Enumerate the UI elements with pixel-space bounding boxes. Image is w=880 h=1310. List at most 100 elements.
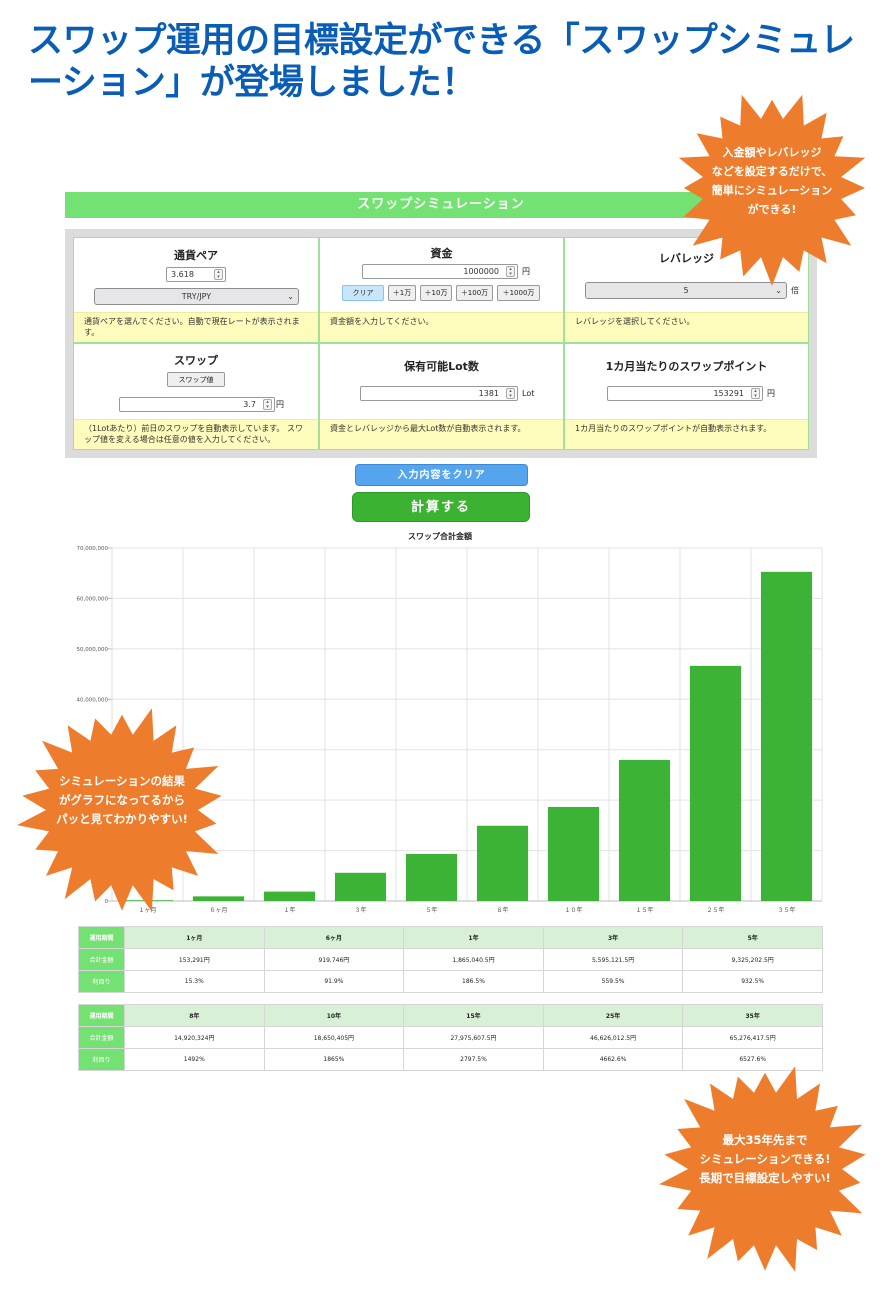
table-cell: 9,325,202.5円 — [682, 948, 823, 971]
currency-pair-selected: TRY/JPY — [181, 292, 212, 301]
row-header: 利回り — [78, 1048, 125, 1071]
table-cell: 932.5% — [682, 970, 823, 993]
currency-pair-cell: 通貨ペア 3.618 ▴ ▾ TRY/JPY ⌄ 通貨ペアを選んでください。自動で… — [73, 237, 319, 343]
callout-line: シミュレーションできる! — [699, 1152, 831, 1166]
y-tick-label: 60,000,000 — [77, 596, 109, 602]
bar — [334, 872, 387, 901]
table-cell: 1年 — [403, 926, 544, 949]
lots-hint: 資金とレバレッジから最大Lot数が自動表示されます。 — [320, 419, 563, 449]
table-cell: 1ヶ月 — [124, 926, 265, 949]
callout-line: 入金額やレバレッジ — [722, 146, 822, 159]
funds-title: 資金 — [430, 247, 453, 260]
table-cell: 65,276,417.5円 — [682, 1026, 823, 1049]
callout-line: 長期で目標設定しやすい! — [699, 1171, 831, 1185]
table-cell: 91.9% — [263, 970, 405, 993]
lots-input[interactable]: 1381 ▴ ▾ — [360, 386, 518, 401]
add-1m-button[interactable]: ＋100万 — [456, 285, 493, 301]
monthly-swap-input-value: 153291 — [713, 389, 744, 398]
total-row: 合計金額 153,291円 919,746円 1,865,040.5円 5,595,12… — [78, 948, 823, 971]
spinner-icon[interactable]: ▴ ▾ — [506, 266, 515, 277]
callout-line: 最大35年先まで — [722, 1133, 808, 1147]
leverage-hint: レバレッジを選択してください。 — [565, 312, 808, 342]
x-tick-label: １０年 — [564, 906, 582, 914]
table-cell: 559.5% — [542, 970, 684, 993]
clear-input-button[interactable]: 入力内容をクリア — [355, 464, 528, 486]
callout-bottom-right-text: 最大35年先まで シミュレーションできる! 長期で目標設定しやすい! — [656, 1131, 874, 1188]
currency-pair-title: 通貨ペア — [174, 249, 218, 262]
swap-input-value: 3.7 — [243, 400, 256, 409]
funds-unit: 円 — [522, 267, 530, 276]
table-cell: 1492% — [124, 1048, 265, 1071]
bar — [547, 806, 600, 901]
monthly-swap-cell: 1カ月当たりのスワップポイント 153291 ▴ ▾ 円 1カ月当たりのスワップポ… — [564, 343, 809, 450]
calculate-button[interactable]: 計算する — [352, 492, 530, 522]
funds-clear-button[interactable]: クリア — [342, 285, 384, 301]
lots-cell: 保有可能Lot数 1381 ▴ ▾ Lot 資金とレバレッジから最大Lot数が自動… — [319, 343, 564, 450]
x-tick-label: ５年 — [425, 906, 437, 914]
rate-input-value: 3.618 — [171, 270, 194, 279]
lots-input-value: 1381 — [478, 389, 499, 398]
y-tick-label: 70,000,000 — [77, 546, 109, 552]
spinner-icon[interactable]: ▴ ▾ — [214, 269, 223, 280]
add-10m-button[interactable]: ＋1000万 — [497, 285, 540, 301]
spinner-icon[interactable]: ▴ ▾ — [751, 388, 760, 399]
swap-unit: 円 — [276, 400, 284, 409]
add-10k-button[interactable]: ＋1万 — [388, 285, 416, 301]
bar — [476, 825, 529, 901]
bar — [405, 853, 458, 901]
x-tick-label: １５年 — [635, 906, 653, 914]
monthly-swap-input[interactable]: 153291 ▴ ▾ — [607, 386, 763, 401]
table-cell: 5,595,121.5円 — [542, 948, 684, 971]
monthly-swap-unit: 円 — [767, 389, 775, 398]
table-cell: 8年 — [124, 1004, 265, 1027]
callout-line: がグラフになってるから — [59, 793, 185, 807]
add-100k-button[interactable]: ＋10万 — [420, 285, 452, 301]
table-cell: 25年 — [542, 1004, 684, 1027]
period-row: 運用期間 8年 10年 15年 25年 35年 — [78, 1004, 823, 1027]
monthly-swap-title: 1カ月当たりのスワップポイント — [605, 360, 768, 373]
table-cell: 919,746円 — [263, 948, 405, 971]
currency-pair-select[interactable]: TRY/JPY ⌄ — [94, 288, 299, 305]
callout-top-right: 入金額やレバレッジ などを設定するだけで、 簡単にシミュレーション ができる! — [672, 88, 872, 288]
chevron-down-icon: ⌄ — [287, 292, 294, 301]
callout-left-text: シミュレーションの結果 がグラフになってるから パッと見てわかりやすい! — [14, 772, 230, 829]
callout-line: などを設定するだけで、 — [711, 165, 833, 178]
row-header: 運用期間 — [78, 926, 125, 949]
table-cell: 6ヶ月 — [263, 926, 405, 949]
results-table-1: 運用期間 1ヶ月 6ヶ月 1年 3年 5年 合計金額 153,291円 919,746円 1,86… — [78, 926, 823, 993]
table-cell: 18,650,405円 — [263, 1026, 405, 1049]
swap-value-button[interactable]: スワップ値 — [167, 372, 225, 387]
bar — [618, 759, 671, 901]
callout-line: ができる! — [747, 203, 797, 216]
row-header: 運用期間 — [78, 1004, 125, 1027]
lots-unit: Lot — [522, 389, 535, 398]
rate-input[interactable]: 3.618 ▴ ▾ — [166, 267, 226, 282]
table-cell: 1865% — [263, 1048, 405, 1071]
funds-input[interactable]: 1000000 ▴ ▾ — [362, 264, 518, 279]
funds-cell: 資金 1000000 ▴ ▾ 円 クリア ＋1万 ＋10万 ＋100万 ＋1000… — [319, 237, 564, 343]
period-row: 運用期間 1ヶ月 6ヶ月 1年 3年 5年 — [78, 926, 823, 949]
bar — [689, 665, 742, 901]
table-cell: 35年 — [682, 1004, 823, 1027]
x-tick-label: ３年 — [354, 906, 366, 914]
spinner-icon[interactable]: ▴ ▾ — [506, 388, 515, 399]
table-cell: 46,626,012.5円 — [542, 1026, 684, 1049]
table-cell: 2797.5% — [403, 1048, 544, 1071]
x-tick-label: １年 — [283, 906, 295, 914]
table-cell: 153,291円 — [124, 948, 265, 971]
monthly-swap-hint: 1カ月当たりのスワップポイントが自動表示されます。 — [565, 419, 808, 449]
table-cell: 14,920,324円 — [124, 1026, 265, 1049]
callout-bottom-right: 最大35年先まで シミュレーションできる! 長期で目標設定しやすい! — [656, 1060, 874, 1278]
table-cell: 186.5% — [403, 970, 544, 993]
lots-title: 保有可能Lot数 — [404, 360, 479, 373]
bar — [760, 571, 813, 901]
table-cell: 5年 — [682, 926, 823, 949]
table-cell: 27,975,607.5円 — [403, 1026, 544, 1049]
callout-line: パッと見てわかりやすい! — [56, 812, 188, 826]
spinner-icon[interactable]: ▴ ▾ — [263, 399, 272, 410]
funds-hint: 資金額を入力してください。 — [320, 312, 563, 342]
row-header: 合計金額 — [78, 948, 125, 971]
row-header: 合計金額 — [78, 1026, 125, 1049]
swap-input[interactable]: 3.7 ▴ ▾ — [119, 397, 275, 412]
table-cell: 15年 — [403, 1004, 544, 1027]
